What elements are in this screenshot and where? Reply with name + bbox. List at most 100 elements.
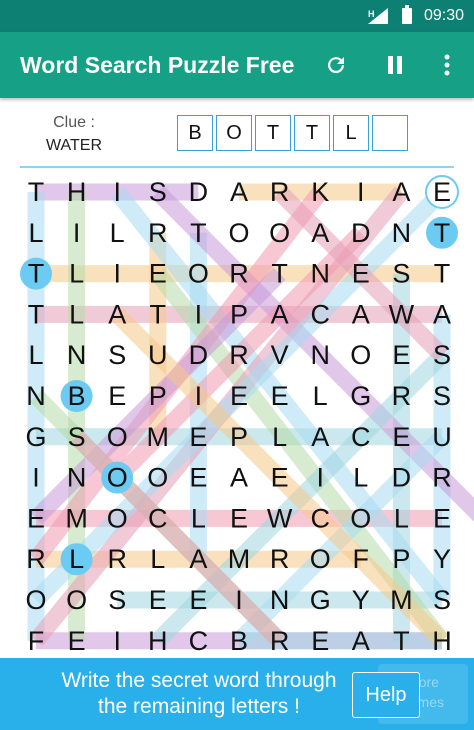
- grid-letter[interactable]: R: [26, 544, 46, 574]
- grid-letter[interactable]: E: [392, 422, 410, 452]
- grid-letter[interactable]: R: [229, 340, 249, 370]
- grid-letter[interactable]: T: [150, 299, 167, 329]
- grid-letter[interactable]: U: [148, 340, 168, 370]
- grid-letter[interactable]: D: [351, 218, 371, 248]
- grid-letter[interactable]: S: [433, 340, 451, 370]
- grid-letter[interactable]: A: [189, 544, 207, 574]
- grid-letter[interactable]: A: [311, 422, 329, 452]
- grid-letter[interactable]: L: [394, 503, 409, 533]
- grid-letter[interactable]: E: [189, 422, 207, 452]
- grid-letter[interactable]: E: [189, 585, 207, 615]
- grid-letter[interactable]: L: [69, 259, 84, 289]
- grid-letter[interactable]: T: [271, 259, 288, 289]
- grid-letter[interactable]: O: [66, 585, 87, 615]
- more-options-icon[interactable]: [432, 50, 462, 80]
- grid-letter[interactable]: H: [432, 626, 452, 656]
- grid-letter[interactable]: R: [270, 626, 290, 656]
- grid-letter[interactable]: O: [107, 463, 128, 493]
- grid-letter[interactable]: A: [352, 299, 370, 329]
- grid-letter[interactable]: D: [392, 463, 412, 493]
- grid-letter[interactable]: I: [195, 299, 203, 329]
- grid-letter[interactable]: T: [28, 177, 45, 207]
- grid-letter[interactable]: L: [191, 503, 206, 533]
- grid-letter[interactable]: B: [68, 381, 86, 411]
- grid-letter[interactable]: O: [269, 218, 290, 248]
- grid-letter[interactable]: C: [351, 422, 371, 452]
- grid-letter[interactable]: I: [113, 177, 121, 207]
- grid-letter[interactable]: E: [433, 503, 451, 533]
- grid-letter[interactable]: R: [229, 259, 249, 289]
- grid-letter[interactable]: M: [147, 422, 170, 452]
- grid-letter[interactable]: S: [68, 422, 86, 452]
- grid-letter[interactable]: T: [434, 259, 451, 289]
- grid-letter[interactable]: E: [189, 463, 207, 493]
- grid-letter[interactable]: E: [230, 381, 248, 411]
- grid-letter[interactable]: L: [69, 544, 84, 574]
- grid-letter[interactable]: I: [32, 463, 40, 493]
- grid-letter[interactable]: I: [235, 585, 243, 615]
- grid-letter[interactable]: I: [316, 463, 324, 493]
- grid-letter[interactable]: C: [189, 626, 209, 656]
- grid-letter[interactable]: E: [352, 259, 370, 289]
- grid-letter[interactable]: T: [28, 299, 45, 329]
- grid-letter[interactable]: O: [147, 463, 168, 493]
- grid-letter[interactable]: H: [148, 626, 168, 656]
- grid-letter[interactable]: A: [352, 626, 370, 656]
- grid-letter[interactable]: R: [270, 544, 290, 574]
- grid-letter[interactable]: V: [271, 340, 289, 370]
- grid-letter[interactable]: E: [230, 503, 248, 533]
- grid-letter[interactable]: E: [108, 381, 126, 411]
- grid-letter[interactable]: N: [67, 340, 87, 370]
- grid-letter[interactable]: T: [434, 218, 451, 248]
- grid-letter[interactable]: C: [148, 503, 168, 533]
- grid-letter[interactable]: C: [310, 299, 330, 329]
- grid-letter[interactable]: O: [107, 422, 128, 452]
- grid-letter[interactable]: A: [108, 299, 126, 329]
- grid-letter[interactable]: O: [188, 259, 209, 289]
- grid-letter[interactable]: I: [357, 177, 365, 207]
- grid-letter[interactable]: S: [149, 177, 167, 207]
- grid-letter[interactable]: G: [310, 585, 331, 615]
- grid-letter[interactable]: L: [272, 422, 287, 452]
- grid-letter[interactable]: O: [25, 585, 46, 615]
- grid-letter[interactable]: M: [65, 503, 88, 533]
- grid-letter[interactable]: T: [190, 218, 207, 248]
- grid-letter[interactable]: G: [25, 422, 46, 452]
- grid-letter[interactable]: O: [310, 544, 331, 574]
- grid-letter[interactable]: E: [433, 177, 451, 207]
- grid-letter[interactable]: I: [195, 381, 203, 411]
- grid-letter[interactable]: E: [271, 463, 289, 493]
- grid-letter[interactable]: L: [28, 218, 43, 248]
- grid-letter[interactable]: Y: [352, 585, 370, 615]
- grid-letter[interactable]: O: [107, 503, 128, 533]
- grid-letter[interactable]: R: [392, 381, 412, 411]
- grid-letter[interactable]: S: [108, 340, 126, 370]
- grid-letter[interactable]: T: [28, 259, 45, 289]
- grid-letter[interactable]: S: [433, 381, 451, 411]
- grid-letter[interactable]: P: [392, 544, 410, 574]
- grid-letter[interactable]: A: [392, 177, 410, 207]
- grid-letter[interactable]: O: [350, 503, 371, 533]
- grid-letter[interactable]: B: [230, 626, 248, 656]
- grid-letter[interactable]: G: [350, 381, 371, 411]
- grid-letter[interactable]: D: [189, 340, 209, 370]
- grid-letter[interactable]: P: [230, 422, 248, 452]
- letter-grid[interactable]: T H I S D A R K I A EL I L R T O O A D N TT L I E O R T N E S TT L A T I P A…: [0, 170, 474, 658]
- grid-letter[interactable]: N: [67, 463, 87, 493]
- grid-letter[interactable]: W: [389, 299, 415, 329]
- grid-letter[interactable]: I: [73, 218, 81, 248]
- grid-letter[interactable]: R: [270, 177, 290, 207]
- refresh-icon[interactable]: [321, 50, 351, 80]
- grid-letter[interactable]: S: [433, 585, 451, 615]
- grid-letter[interactable]: L: [313, 381, 328, 411]
- grid-letter[interactable]: E: [311, 626, 329, 656]
- grid-letter[interactable]: E: [68, 626, 86, 656]
- grid-letter[interactable]: R: [432, 463, 452, 493]
- grid-letter[interactable]: A: [230, 177, 248, 207]
- grid-letter[interactable]: D: [189, 177, 209, 207]
- grid-letter[interactable]: E: [149, 259, 167, 289]
- grid-letter[interactable]: A: [311, 218, 329, 248]
- grid-letter[interactable]: O: [350, 340, 371, 370]
- grid-letter[interactable]: N: [270, 585, 290, 615]
- grid-letter[interactable]: M: [390, 585, 413, 615]
